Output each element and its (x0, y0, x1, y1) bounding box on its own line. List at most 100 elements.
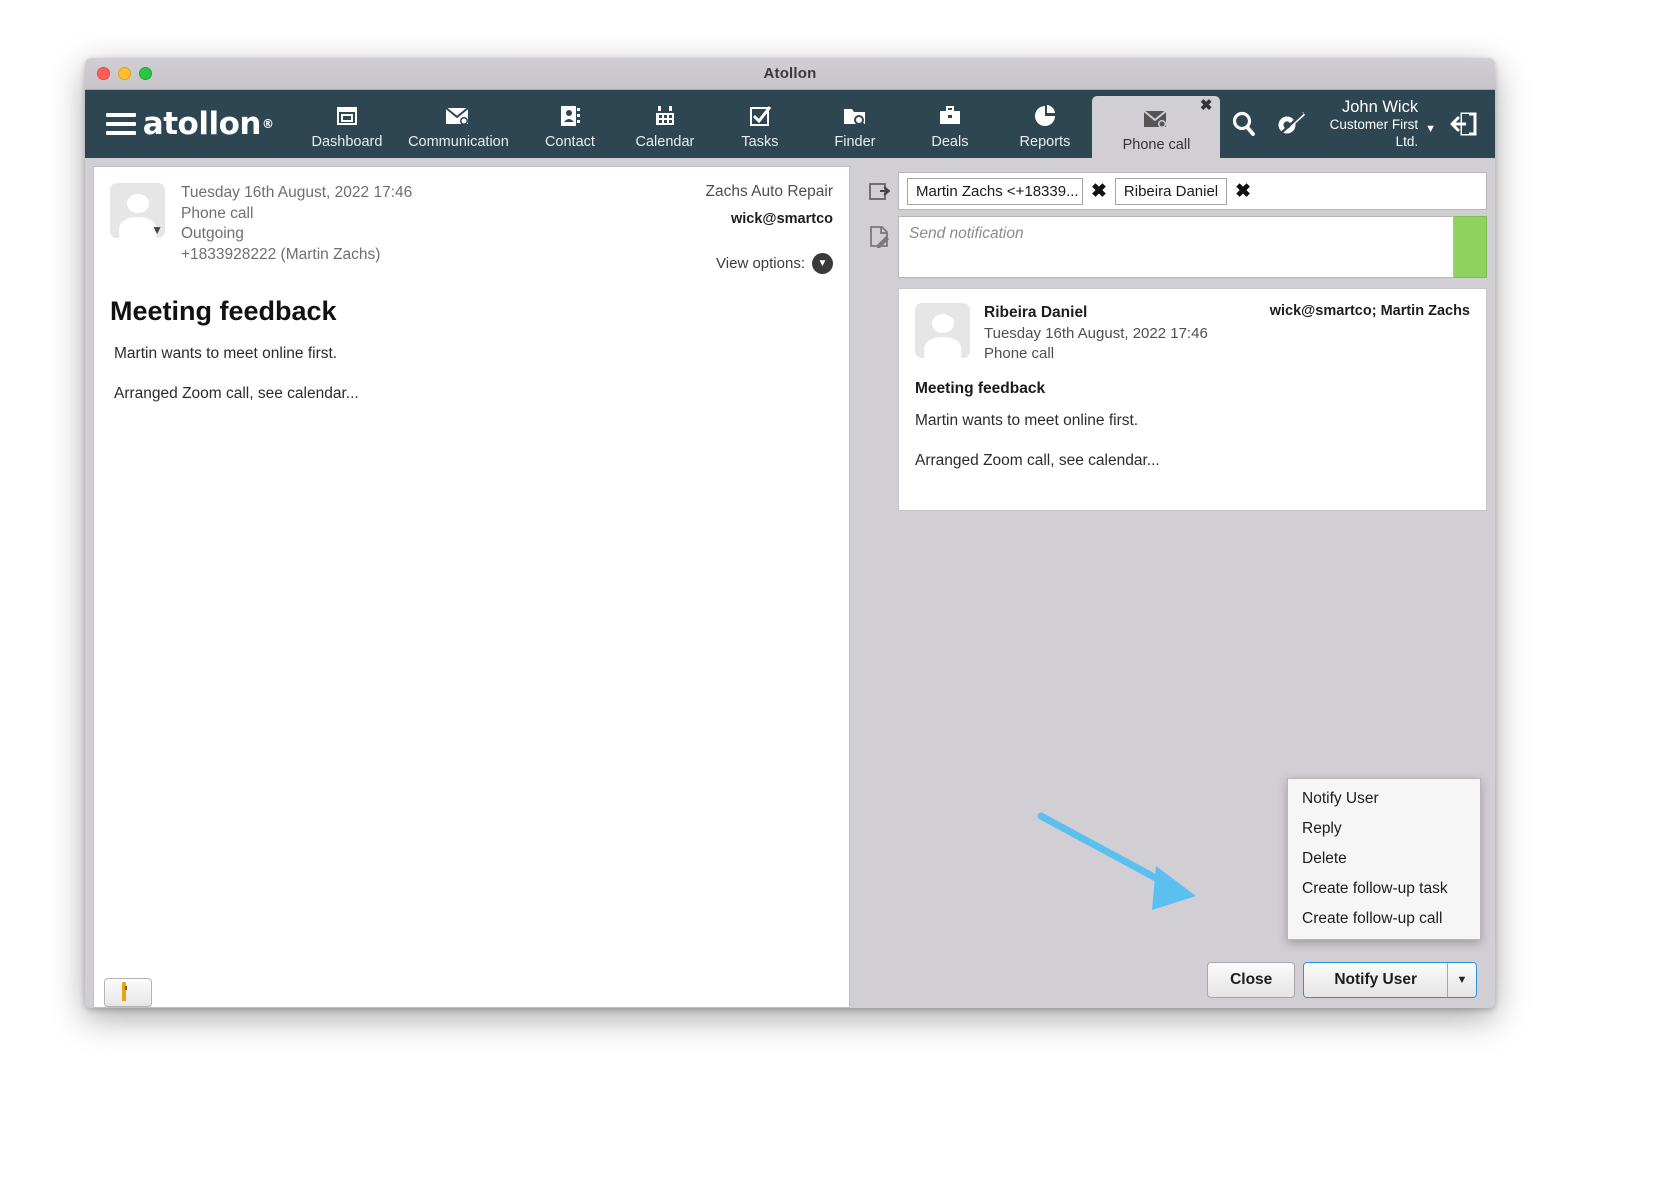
thread-author: Ribeira Daniel (984, 304, 1088, 321)
message-datetime: Tuesday 16th August, 2022 17:46 (181, 184, 413, 201)
thread-datetime: Tuesday 16th August, 2022 17:46 (984, 324, 1208, 342)
nav-label: Deals (931, 133, 969, 150)
menu-item-create-follow-up-task[interactable]: Create follow-up task (1288, 874, 1480, 904)
nav-item-calendar[interactable]: Calendar (617, 90, 712, 158)
recipient-chip[interactable]: Ribeira Daniel (1114, 177, 1228, 205)
menu-item-delete[interactable]: Delete (1288, 844, 1480, 874)
chevron-down-icon[interactable]: ▼ (151, 223, 163, 237)
user-text: John Wick Customer First Ltd. (1320, 97, 1419, 151)
checkbox-icon (748, 103, 772, 129)
nav-item-dashboard[interactable]: Dashboard (299, 90, 394, 158)
thread-type: Phone call (984, 344, 1055, 362)
avatar[interactable]: ▼ (110, 183, 165, 238)
forward-icon (862, 172, 898, 203)
nav-label: Contact (544, 133, 595, 150)
nav-label: Tasks (741, 133, 779, 150)
detail-pane: ▼ Tuesday 16th August, 2022 17:46 Phone … (93, 166, 850, 1008)
search-icon[interactable] (1220, 109, 1267, 139)
thread-meta: Ribeira Daniel Tuesday 16th August, 2022… (984, 303, 1208, 364)
detail-pane-footer (94, 968, 849, 1007)
thread-paragraph: Arranged Zoom call, see calendar... (915, 451, 1160, 469)
user-name: John Wick (1341, 97, 1419, 116)
thread-paragraph: Martin wants to meet online first. (915, 411, 1139, 429)
message-paragraph: Arranged Zoom call, see calendar... (114, 385, 359, 402)
nav-label: Dashboard (311, 133, 383, 150)
notify-user-button[interactable]: Notify User (1304, 963, 1448, 997)
folder-search-icon (842, 103, 868, 129)
dashboard-icon (335, 103, 359, 129)
view-options-toggle[interactable]: View options: ▼ (705, 253, 833, 274)
nav-item-communication[interactable]: Communication (394, 90, 522, 158)
chevron-down-icon[interactable]: ▼ (812, 253, 833, 274)
envelope-icon (445, 103, 471, 129)
thread-recipients: wick@smartco; Martin Zachs (1269, 303, 1470, 319)
nav-label: Phone call (1122, 136, 1191, 153)
message-direction: Outgoing (181, 225, 244, 243)
user-menu[interactable]: John Wick Customer First Ltd. ▼ (1320, 97, 1436, 151)
nav-item-deals[interactable]: Deals (902, 90, 997, 158)
remove-recipient-icon[interactable]: ✖ (1235, 182, 1251, 201)
nav-item-tasks[interactable]: Tasks (712, 90, 807, 158)
notification-row: Send notification (856, 210, 1487, 278)
organization-name: Zachs Auto Repair (705, 183, 833, 200)
message-meta: Tuesday 16th August, 2022 17:46 Phone ca… (181, 183, 412, 274)
actions-dropdown-menu[interactable]: Notify User Reply Delete Create follow-u… (1287, 778, 1481, 940)
chevron-down-icon[interactable]: ▼ (1448, 963, 1476, 997)
close-button[interactable]: Close (1207, 962, 1296, 998)
nav-item-phone-call[interactable]: ✖ Phone call (1092, 96, 1221, 158)
view-options-label: View options: (716, 255, 805, 272)
envelope-icon (1143, 106, 1169, 132)
nav-label: Communication (408, 133, 509, 150)
app-logo: atollon ® (143, 90, 284, 158)
message-phone: +1833928222 (Martin Zachs) (181, 245, 381, 263)
message-header-right: Zachs Auto Repair wick@smartco View opti… (705, 183, 833, 274)
window-body: ▼ Tuesday 16th August, 2022 17:46 Phone … (85, 158, 1495, 1008)
recipient-chip[interactable]: Martin Zachs <+18339... (907, 177, 1083, 205)
notification-pane: Martin Zachs <+18339... ✖ Ribeira Daniel… (856, 166, 1487, 1008)
notify-user-split-button[interactable]: Notify User ▼ (1303, 962, 1477, 998)
recipients-row: Martin Zachs <+18339... ✖ Ribeira Daniel… (856, 166, 1487, 210)
message-type: Phone call (181, 204, 254, 222)
close-tab-icon[interactable]: ✖ (1200, 98, 1213, 113)
lock-icon (121, 981, 135, 1002)
message-paragraph: Martin wants to meet online first. (114, 345, 338, 362)
brand-registered-mark: ® (261, 117, 274, 131)
calendar-icon (653, 103, 677, 129)
nav-item-contact[interactable]: Contact (522, 90, 617, 158)
nav-label: Finder (834, 133, 876, 150)
main-navbar: atollon ® Dashboard Communication Contact (85, 90, 1495, 158)
logout-icon[interactable] (1442, 109, 1489, 139)
briefcase-icon (938, 103, 962, 129)
thread-header: Ribeira Daniel Tuesday 16th August, 2022… (915, 303, 1470, 364)
menu-item-reply[interactable]: Reply (1288, 814, 1480, 844)
chevron-down-icon[interactable]: ▼ (1425, 123, 1436, 135)
message-header: ▼ Tuesday 16th August, 2022 17:46 Phone … (94, 167, 849, 274)
lock-button[interactable] (104, 978, 152, 1007)
hamburger-menu-icon[interactable] (99, 90, 143, 158)
account-name: wick@smartco (731, 211, 833, 227)
avatar (915, 303, 970, 358)
thread-body: Meeting feedback Martin wants to meet on… (915, 380, 1470, 470)
navbar-right: John Wick Customer First Ltd. ▼ (1220, 90, 1495, 158)
remove-recipient-icon[interactable]: ✖ (1091, 182, 1107, 201)
message-subject: Meeting feedback (110, 296, 337, 326)
notification-input[interactable]: Send notification (898, 216, 1454, 278)
nav-item-reports[interactable]: Reports (997, 90, 1092, 158)
nav-label: Calendar (635, 133, 695, 150)
thread-subject: Meeting feedback (915, 379, 1046, 397)
recipients-field[interactable]: Martin Zachs <+18339... ✖ Ribeira Daniel… (898, 172, 1487, 210)
thread-message-card: Ribeira Daniel Tuesday 16th August, 2022… (898, 288, 1487, 511)
pie-chart-icon (1033, 103, 1057, 129)
title-bar: Atollon (85, 58, 1495, 90)
app-window: Atollon atollon ® Dashboard Communication (85, 58, 1495, 1008)
menu-item-create-follow-up-call[interactable]: Create follow-up call (1288, 904, 1480, 934)
wrench-icon[interactable] (1267, 109, 1314, 139)
send-notification-button[interactable] (1454, 216, 1487, 278)
nav-item-finder[interactable]: Finder (807, 90, 902, 158)
window-title: Atollon (763, 65, 817, 82)
nav-label: Reports (1019, 133, 1071, 150)
message-body: Meeting feedback Martin wants to meet on… (94, 274, 849, 425)
note-edit-icon (862, 216, 898, 249)
dialog-footer: Close Notify User ▼ (856, 952, 1487, 1008)
menu-item-notify-user[interactable]: Notify User (1288, 784, 1480, 814)
